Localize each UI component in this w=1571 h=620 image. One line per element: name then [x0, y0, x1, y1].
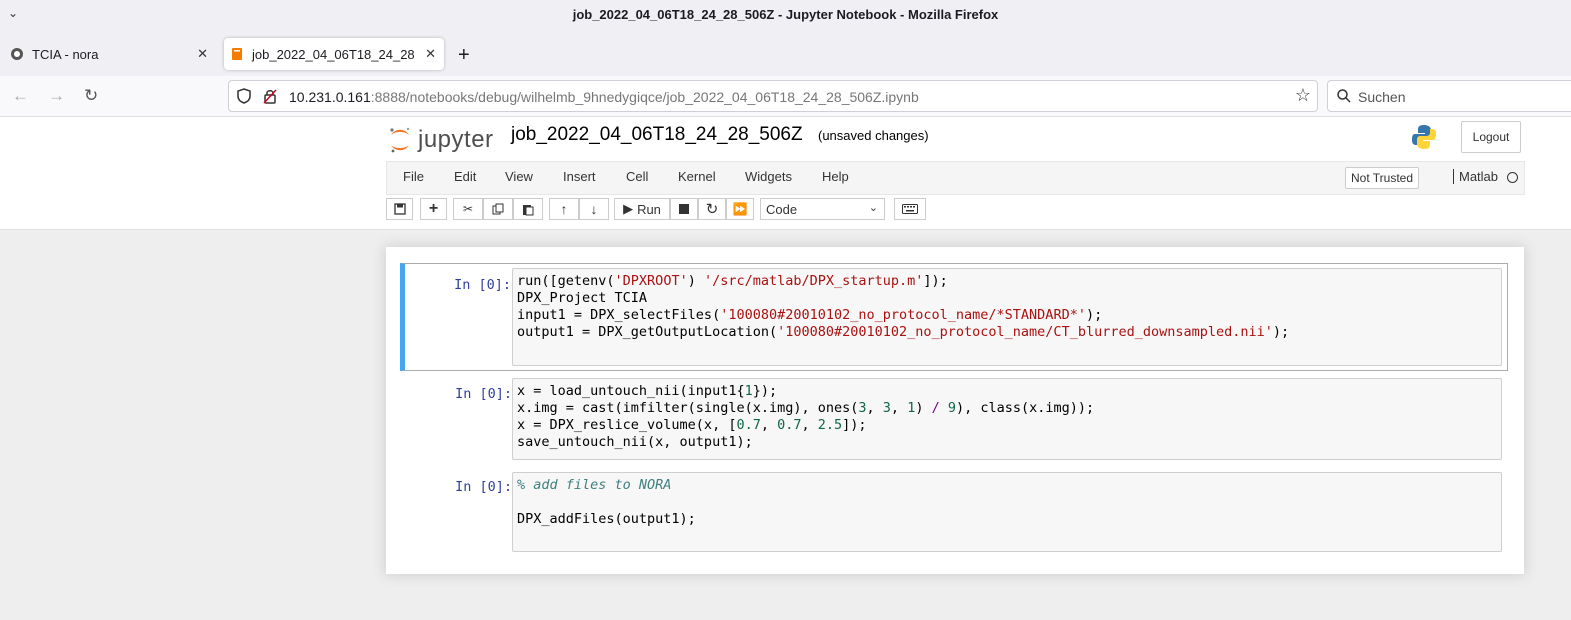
tab-jupyter-job[interactable]: job_2022_04_06T18_24_28 ✕ — [224, 38, 444, 70]
shield-icon[interactable] — [237, 88, 251, 104]
copy-button[interactable] — [483, 198, 513, 220]
cell-type-select[interactable]: Code ⌄ — [760, 198, 885, 220]
save-icon — [393, 203, 406, 215]
back-arrow-icon[interactable]: ← — [12, 86, 29, 106]
window-title: job_2022_04_06T18_24_28_506Z - Jupyter N… — [572, 7, 999, 22]
cell-input[interactable]: % add files to NORA DPX_addFiles(output1… — [512, 472, 1502, 552]
run-label: Run — [637, 201, 661, 217]
notebook-container: In [0]: run([getenv('DPXROOT') '/src/mat… — [386, 247, 1524, 574]
kernel-name[interactable]: Matlab — [1453, 169, 1498, 184]
tab-label: job_2022_04_06T18_24_28 — [252, 46, 415, 62]
jupyter-logo-icon — [390, 127, 410, 153]
chevron-down-icon: ⌄ — [868, 202, 878, 214]
restart-icon: ↻ — [705, 201, 719, 218]
search-placeholder: Suchen — [1358, 89, 1406, 105]
notebook-name[interactable]: job_2022_04_06T18_24_28_506Z — [511, 124, 803, 146]
code-content: x = load_untouch_nii(input1{1}); x.img =… — [517, 383, 1095, 450]
reload-icon[interactable]: ↻ — [84, 86, 98, 106]
close-icon[interactable]: ✕ — [197, 46, 208, 62]
new-tab-plus-icon[interactable]: + — [458, 44, 470, 67]
search-icon — [1337, 89, 1351, 103]
arrow-up-icon: ↑ — [560, 201, 568, 217]
notebook-favicon-icon — [232, 48, 242, 60]
tab-label: TCIA - nora — [32, 46, 99, 62]
navigation-bar: ← → ↻ 10.231.0.161:8888/notebooks/debug/… — [0, 76, 1571, 117]
code-cell[interactable]: In [0]: % add files to NORA DPX_addFiles… — [400, 471, 1508, 553]
run-button[interactable]: ▶ Run — [614, 198, 670, 220]
menu-bar: File Edit View Insert Cell Kernel Widget… — [386, 161, 1525, 195]
restart-run-all-button[interactable]: ⏩ — [726, 198, 754, 220]
search-bar[interactable]: Suchen — [1327, 80, 1571, 112]
kernel-idle-indicator-icon — [1507, 172, 1518, 183]
restart-kernel-button[interactable]: ↻ — [698, 198, 726, 220]
paste-button[interactable] — [513, 198, 543, 220]
url-text: 10.231.0.161:8888/notebooks/debug/wilhel… — [289, 89, 919, 105]
stop-icon — [679, 204, 689, 214]
jupyter-logo-text: jupyter — [418, 126, 494, 153]
copy-icon — [492, 203, 504, 215]
menu-file[interactable]: File — [403, 169, 424, 184]
play-icon: ▶ — [623, 201, 634, 216]
move-cell-down-button[interactable]: ↓ — [579, 198, 609, 220]
paste-icon — [523, 204, 534, 215]
code-content: run([getenv('DPXROOT') '/src/matlab/DPX_… — [517, 273, 1290, 340]
command-palette-button[interactable] — [894, 198, 926, 220]
menu-view[interactable]: View — [505, 169, 533, 184]
menu-edit[interactable]: Edit — [454, 169, 476, 184]
scissors-icon: ✂ — [462, 202, 474, 216]
arrow-down-icon: ↓ — [590, 201, 598, 217]
logout-button[interactable]: Logout — [1461, 121, 1521, 153]
code-content: % add files to NORA DPX_addFiles(output1… — [517, 477, 696, 527]
cell-prompt: In [0]: — [455, 386, 512, 402]
forward-arrow-icon[interactable]: → — [48, 86, 65, 106]
cell-prompt: In [0]: — [454, 277, 511, 293]
menu-widgets[interactable]: Widgets — [745, 169, 792, 184]
jupyter-logo[interactable]: jupyter — [388, 125, 494, 155]
fast-forward-icon: ⏩ — [732, 202, 748, 216]
keyboard-icon — [902, 204, 918, 214]
close-icon[interactable]: ✕ — [425, 46, 436, 62]
window-titlebar: ⌄ job_2022_04_06T18_24_28_506Z - Jupyter… — [0, 0, 1571, 30]
tab-tcia-nora[interactable]: TCIA - nora ✕ — [4, 38, 216, 70]
interrupt-kernel-button[interactable] — [670, 198, 698, 220]
menu-cell[interactable]: Cell — [626, 169, 648, 184]
code-cell[interactable]: In [0]: x = load_untouch_nii(input1{1});… — [400, 377, 1508, 461]
menu-help[interactable]: Help — [822, 169, 849, 184]
not-trusted-button[interactable]: Not Trusted — [1345, 167, 1420, 189]
menu-insert[interactable]: Insert — [563, 169, 596, 184]
cell-input[interactable]: x = load_untouch_nii(input1{1}); x.img =… — [512, 378, 1502, 460]
plus-icon: + — [428, 200, 439, 217]
insecure-lock-icon[interactable] — [263, 88, 277, 104]
menu-kernel[interactable]: Kernel — [678, 169, 716, 184]
code-cell-selected[interactable]: In [0]: run([getenv('DPXROOT') '/src/mat… — [400, 263, 1508, 371]
url-bar[interactable]: 10.231.0.161:8888/notebooks/debug/wilhel… — [228, 80, 1318, 112]
save-status: (unsaved changes) — [818, 128, 929, 143]
tab-bar: TCIA - nora ✕ job_2022_04_06T18_24_28 ✕ — [0, 30, 1571, 76]
jupyter-header: jupyter job_2022_04_06T18_24_28_506Z (un… — [0, 117, 1571, 230]
insert-cell-button[interactable]: + — [420, 198, 447, 220]
cell-prompt: In [0]: — [455, 479, 512, 495]
python-kernel-logo-icon — [1412, 125, 1436, 149]
tcia-favicon-icon — [11, 48, 23, 60]
cell-input[interactable]: run([getenv('DPXROOT') '/src/matlab/DPX_… — [512, 268, 1502, 366]
save-button[interactable] — [386, 198, 413, 220]
cut-button[interactable]: ✂ — [453, 198, 483, 220]
bookmark-star-icon[interactable]: ☆ — [1295, 85, 1311, 106]
move-cell-up-button[interactable]: ↑ — [549, 198, 579, 220]
